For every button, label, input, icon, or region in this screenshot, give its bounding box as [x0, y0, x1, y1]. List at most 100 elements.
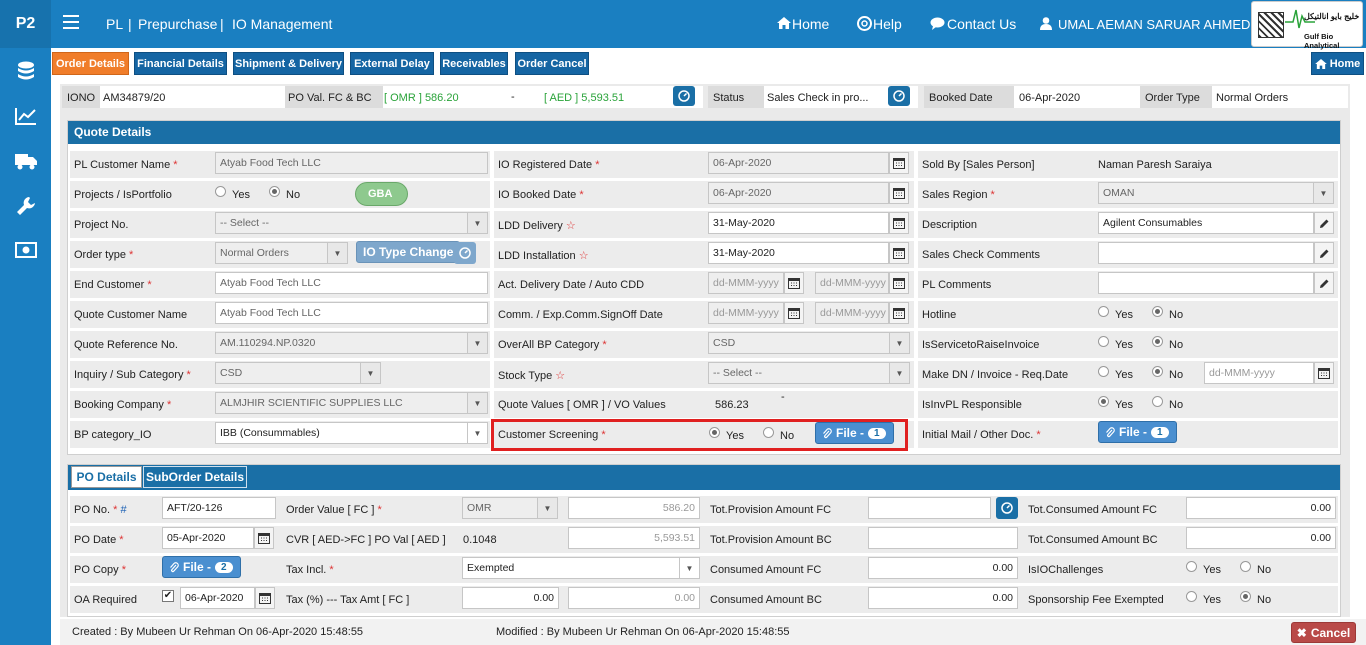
- auto-cdd-field[interactable]: dd-MMM-yyyy: [815, 272, 889, 294]
- oa-date-field[interactable]: 06-Apr-2020: [180, 587, 255, 609]
- cons-fc-field[interactable]: 0.00: [868, 557, 1018, 579]
- isio-no-radio[interactable]: [1240, 561, 1251, 572]
- tax-amt-field[interactable]: 0.00: [568, 587, 700, 609]
- tax-incl-select[interactable]: Exempted ▼: [462, 557, 700, 579]
- prov-fc-field[interactable]: [868, 497, 991, 519]
- tot-cons-bc-field[interactable]: 0.00: [1186, 527, 1336, 549]
- tab-financial-details[interactable]: Financial Details: [134, 52, 227, 75]
- calendar-icon[interactable]: [784, 302, 804, 324]
- tab-po-details[interactable]: PO Details: [71, 466, 142, 488]
- edit-sales-comments-button[interactable]: [1314, 242, 1334, 264]
- ldd-delivery-field[interactable]: 31-May-2020: [708, 212, 889, 234]
- cons-bc-field[interactable]: 0.00: [868, 587, 1018, 609]
- io-booked-field[interactable]: 06-Apr-2020: [708, 182, 889, 204]
- brand-logo[interactable]: P2: [0, 0, 51, 48]
- io-type-info-button[interactable]: [454, 242, 476, 264]
- line-chart-icon[interactable]: [13, 105, 39, 127]
- order-type-select[interactable]: Normal Orders ▼: [215, 242, 348, 264]
- quote-ref-select[interactable]: AM.110294.NP.0320 ▼: [215, 332, 488, 354]
- io-type-change-button[interactable]: IO Type Change: [356, 241, 461, 263]
- service-yes-radio[interactable]: [1098, 336, 1109, 347]
- help-link[interactable]: Help: [873, 16, 902, 32]
- isinvpl-no-radio[interactable]: [1152, 396, 1163, 407]
- calendar-icon[interactable]: [889, 212, 909, 234]
- isinvpl-yes-radio[interactable]: [1098, 396, 1109, 407]
- tab-order-cancel[interactable]: Order Cancel: [515, 52, 589, 75]
- hotline-yes-radio[interactable]: [1098, 306, 1109, 317]
- calendar-icon[interactable]: [784, 272, 804, 294]
- project-no-select[interactable]: -- Select -- ▼: [215, 212, 488, 234]
- refresh-poval-button[interactable]: [673, 86, 695, 106]
- overall-bp-select[interactable]: CSD ▼: [708, 332, 910, 354]
- service-no-radio[interactable]: [1152, 336, 1163, 347]
- prov-bc-field[interactable]: [868, 527, 1018, 549]
- bp-category-select[interactable]: IBB (Consummables) ▼: [215, 422, 488, 444]
- tab-external-delay[interactable]: External Delay: [350, 52, 434, 75]
- stock-type-select[interactable]: -- Select -- ▼: [708, 362, 910, 384]
- hotline-no-radio[interactable]: [1152, 306, 1163, 317]
- truck-icon[interactable]: [13, 150, 39, 172]
- screening-yes-radio[interactable]: [709, 427, 720, 438]
- sponsorship-yes-radio[interactable]: [1186, 591, 1197, 602]
- calendar-icon[interactable]: [255, 587, 275, 609]
- calendar-icon[interactable]: [889, 152, 909, 174]
- cancel-button[interactable]: ✖ Cancel: [1291, 622, 1356, 643]
- breadcrumb-io-management[interactable]: IO Management: [232, 16, 332, 32]
- calendar-icon[interactable]: [889, 302, 909, 324]
- tab-receivables[interactable]: Receivables: [440, 52, 508, 75]
- order-value-field[interactable]: 586.20: [568, 497, 700, 519]
- isio-yes-radio[interactable]: [1186, 561, 1197, 572]
- tax-pct-field[interactable]: 0.00: [462, 587, 559, 609]
- calendar-icon[interactable]: [889, 242, 909, 264]
- make-dn-yes-radio[interactable]: [1098, 366, 1109, 377]
- pl-comments-field[interactable]: [1098, 272, 1314, 294]
- breadcrumb-prepurchase[interactable]: Prepurchase: [138, 16, 217, 32]
- description-field[interactable]: Agilent Consumables: [1098, 212, 1314, 234]
- calendar-icon[interactable]: [889, 272, 909, 294]
- calendar-icon[interactable]: [1314, 362, 1334, 384]
- sales-check-comments-field[interactable]: [1098, 242, 1314, 264]
- comm-date-field[interactable]: dd-MMM-yyyy: [708, 302, 784, 324]
- tab-shipment-delivery[interactable]: Shipment & Delivery: [233, 52, 344, 75]
- screening-no-radio[interactable]: [763, 427, 774, 438]
- projects-no-radio[interactable]: [269, 186, 280, 197]
- oa-required-checkbox[interactable]: ✔: [162, 590, 174, 602]
- po-date-field[interactable]: 05-Apr-2020: [162, 527, 254, 549]
- po-copy-file-button[interactable]: File - 2: [162, 556, 241, 578]
- gba-toggle[interactable]: GBA: [355, 182, 408, 206]
- make-dn-date-field[interactable]: dd-MMM-yyyy: [1204, 362, 1314, 384]
- menu-toggle-icon[interactable]: [63, 15, 79, 29]
- end-customer-field[interactable]: Atyab Food Tech LLC: [215, 272, 488, 294]
- make-dn-no-radio[interactable]: [1152, 366, 1163, 377]
- act-delivery-field[interactable]: dd-MMM-yyyy: [708, 272, 784, 294]
- exp-comm-signoff-field[interactable]: dd-MMM-yyyy: [815, 302, 889, 324]
- sponsorship-no-radio[interactable]: [1240, 591, 1251, 602]
- contact-link[interactable]: Contact Us: [947, 16, 1016, 32]
- database-icon[interactable]: [13, 60, 39, 82]
- money-icon[interactable]: [13, 239, 39, 261]
- po-val-aed-field[interactable]: 5,593.51: [568, 527, 700, 549]
- tab-order-details[interactable]: Order Details: [52, 52, 129, 75]
- currency-select[interactable]: OMR ▼: [462, 497, 558, 519]
- home-button[interactable]: Home: [1311, 52, 1364, 75]
- pl-customer-field[interactable]: Atyab Food Tech LLC: [215, 152, 488, 174]
- status-info-button[interactable]: [888, 86, 910, 106]
- inquiry-select[interactable]: CSD ▼: [215, 362, 381, 384]
- edit-description-button[interactable]: [1314, 212, 1334, 234]
- tab-suborder-details[interactable]: SubOrder Details: [143, 466, 247, 488]
- io-registered-field[interactable]: 06-Apr-2020: [708, 152, 889, 174]
- po-no-field[interactable]: AFT/20-126: [162, 497, 276, 519]
- breadcrumb-pl[interactable]: PL: [106, 16, 123, 32]
- user-name[interactable]: UMAL AEMAN SARUAR AHMEDI: [1058, 17, 1254, 32]
- wrench-icon[interactable]: [13, 195, 39, 217]
- home-link[interactable]: Home: [792, 16, 829, 32]
- prov-info-button[interactable]: [996, 497, 1018, 519]
- quote-customer-field[interactable]: Atyab Food Tech LLC: [215, 302, 488, 324]
- projects-yes-radio[interactable]: [215, 186, 226, 197]
- calendar-icon[interactable]: [254, 527, 274, 549]
- booking-company-select[interactable]: ALMJHIR SCIENTIFIC SUPPLIES LLC ▼: [215, 392, 488, 414]
- initial-mail-file-button[interactable]: File - 1: [1098, 421, 1177, 443]
- calendar-icon[interactable]: [889, 182, 909, 204]
- screening-file-button[interactable]: File - 1: [815, 422, 894, 444]
- ldd-installation-field[interactable]: 31-May-2020: [708, 242, 889, 264]
